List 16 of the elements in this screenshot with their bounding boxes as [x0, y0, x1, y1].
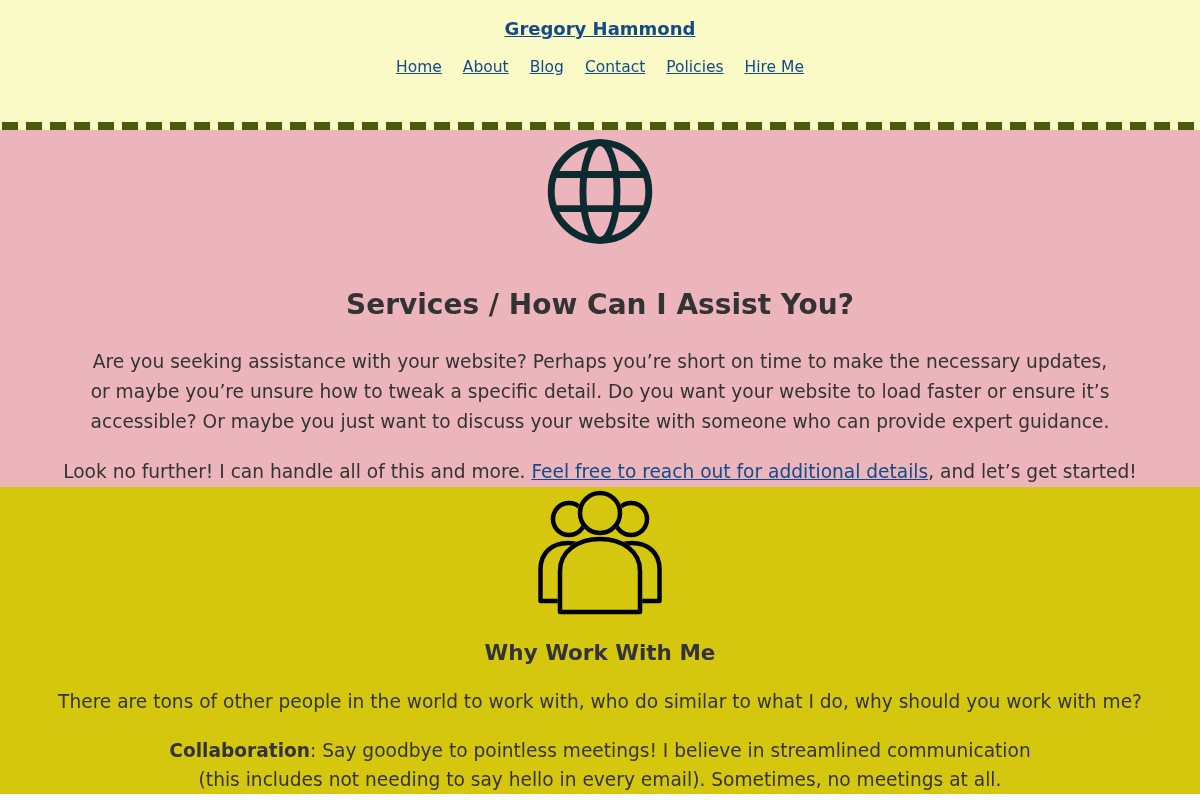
nav-link[interactable]: Blog	[529, 56, 564, 78]
contact-link[interactable]: Feel free to reach out for additional details	[531, 461, 929, 482]
globe-icon	[545, 137, 655, 246]
body-paragraph: Collaboration: Say goodbye to pointless meetings! I believe in streamlined communication (this includes not needing to say hello in every email). Sometimes, no meetings at all.	[168, 739, 1032, 792]
site-title-link[interactable]: Gregory Hammond	[504, 16, 696, 42]
body-paragraph: There are tons of other people in the world to work with, who do similar to what I do, why should you work with me?	[58, 690, 1142, 714]
nav-link[interactable]: Contact	[584, 56, 646, 78]
body-paragraph: Are you seeking assistance with your website? Perhaps you’re short on time to make the necessary updates, or maybe you’re unsure how to tweak a specific detail. Do you want your website to load faster or ensure it’s accessible? Or maybe you just want to discuss your website with someone who can provide expert guidance.	[89, 350, 1111, 434]
body-paragraph: Look no further! I can handle all of this and more. Feel free to reach out for additional details, and let’s get started!	[63, 460, 1137, 484]
nav-link[interactable]: Home	[396, 56, 442, 78]
nav-link[interactable]: About	[462, 56, 509, 78]
section-heading: Why Work With Me	[484, 639, 716, 667]
nav-link[interactable]: Hire Me	[744, 56, 804, 78]
section-heading: Services / How Can I Assist You?	[346, 287, 854, 323]
people-group-icon	[538, 489, 662, 615]
nav-link[interactable]: Policies	[666, 56, 724, 78]
